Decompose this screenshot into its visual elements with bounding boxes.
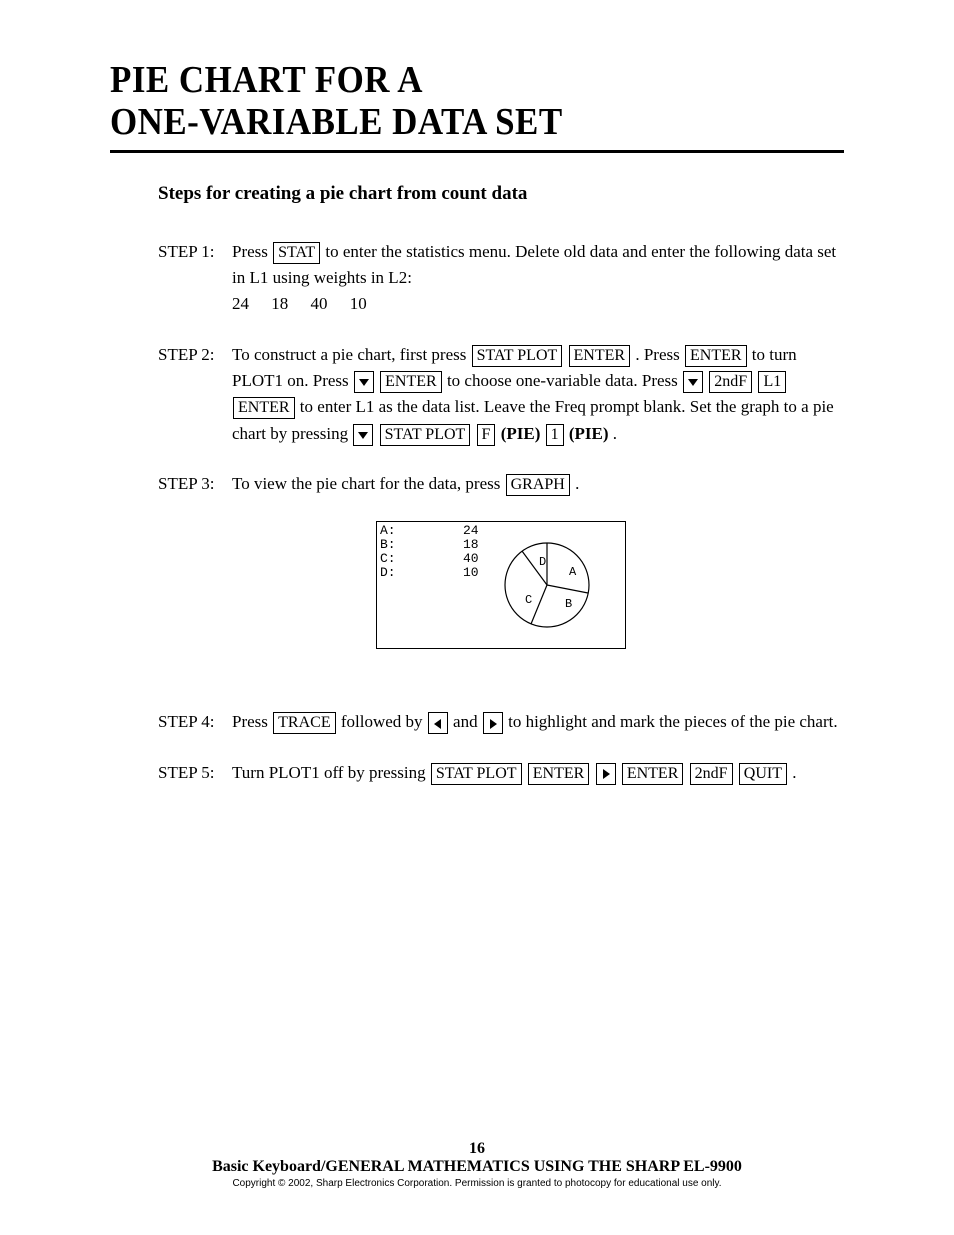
footer-line: Basic Keyboard/GENERAL MATHEMATICS USING…	[0, 1158, 954, 1176]
section-subtitle: Steps for creating a pie chart from coun…	[158, 183, 844, 205]
step-2-text-2: . Press	[635, 345, 684, 364]
key-right-arrow-icon	[483, 712, 503, 734]
page-title: PIE CHART FOR A ONE-VARIABLE DATA SET	[110, 60, 785, 144]
key-quit: QUIT	[739, 763, 787, 785]
page-footer: 16 Basic Keyboard/GENERAL MATHEMATICS US…	[0, 1140, 954, 1189]
key-down-arrow-icon	[683, 371, 703, 393]
slice-label-d: D	[539, 555, 546, 569]
step-4-text-4: to highlight and mark the pieces of the …	[508, 712, 838, 731]
step-5-label: STEP 5:	[158, 760, 232, 786]
step-5: STEP 5: Turn PLOT1 off by pressing STAT …	[158, 760, 844, 786]
key-stat-plot: STAT PLOT	[472, 345, 563, 367]
step-5-text-1: Turn PLOT1 off by pressing	[232, 763, 430, 782]
key-stat-plot: STAT PLOT	[380, 424, 471, 446]
step-4-text-3: and	[453, 712, 482, 731]
step-3: STEP 3: To view the pie chart for the da…	[158, 471, 844, 497]
key-enter: ENTER	[685, 345, 747, 367]
step-2-text-6: .	[613, 424, 617, 443]
key-enter: ENTER	[380, 371, 442, 393]
step-4-text-1: Press	[232, 712, 272, 731]
key-enter: ENTER	[233, 397, 295, 419]
step-4: STEP 4: Press TRACE followed by and to h…	[158, 709, 844, 735]
title-rule	[110, 150, 844, 153]
key-left-arrow-icon	[428, 712, 448, 734]
steps-container: STEP 1: Press STAT to enter the statisti…	[158, 239, 844, 786]
step-1-text-1: Press	[232, 242, 268, 261]
page-number: 16	[0, 1140, 954, 1158]
pie-chart-icon: A B C D	[377, 522, 625, 648]
key-stat: STAT	[273, 242, 320, 264]
calculator-screen: A: B: C: D: 24 18 40 10 A B C D	[376, 521, 626, 649]
key-trace: TRACE	[273, 712, 335, 734]
key-stat-plot: STAT PLOT	[431, 763, 522, 785]
key-enter: ENTER	[622, 763, 684, 785]
key-1: 1	[546, 424, 564, 446]
key-down-arrow-icon	[353, 424, 373, 446]
key-enter: ENTER	[569, 345, 631, 367]
footer-copyright: Copyright © 2002, Sharp Electronics Corp…	[0, 1178, 954, 1189]
step-2-text-4: to choose one-variable data. Press	[447, 371, 682, 390]
key-2ndf: 2ndF	[709, 371, 752, 393]
step-2: STEP 2: To construct a pie chart, first …	[158, 342, 844, 447]
step-2-label: STEP 2:	[158, 342, 232, 368]
slice-label-a: A	[569, 565, 577, 579]
step-3-text-1: To view the pie chart for the data, pres…	[232, 474, 505, 493]
step-4-text-2: followed by	[341, 712, 427, 731]
key-graph: GRAPH	[506, 474, 570, 496]
key-f: F	[477, 424, 496, 446]
step-2-pie-2: (PIE)	[569, 424, 609, 443]
step-1-label: STEP 1:	[158, 239, 232, 265]
step-3-text-2: .	[575, 474, 579, 493]
step-1: STEP 1: Press STAT to enter the statisti…	[158, 239, 844, 318]
step-3-label: STEP 3:	[158, 471, 232, 497]
key-down-arrow-icon	[354, 371, 374, 393]
step-1-data: 24 18 40 10	[232, 291, 844, 317]
key-right-arrow-icon	[596, 763, 616, 785]
key-enter: ENTER	[528, 763, 590, 785]
step-4-label: STEP 4:	[158, 709, 232, 735]
slice-label-b: B	[565, 597, 572, 611]
key-l1: L1	[758, 371, 786, 393]
key-2ndf: 2ndF	[690, 763, 733, 785]
step-5-text-2: .	[792, 763, 796, 782]
step-1-text-2: to enter the statistics menu. Delete old…	[232, 242, 836, 287]
step-2-pie-1: (PIE)	[501, 424, 541, 443]
slice-label-c: C	[525, 593, 532, 607]
step-2-text-1: To construct a pie chart, first press	[232, 345, 471, 364]
